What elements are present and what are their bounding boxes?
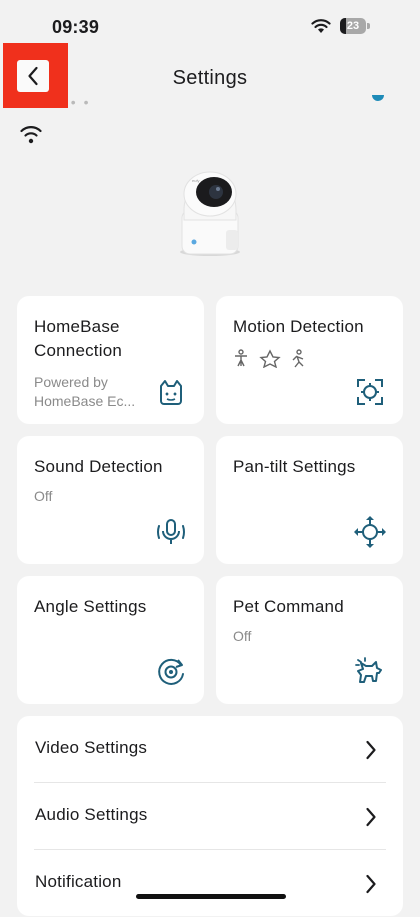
tile-pan-tilt-settings[interactable]: Pan-tilt Settings (216, 436, 403, 564)
motion-type-icons (235, 349, 304, 368)
svg-text:eufy: eufy (192, 178, 200, 183)
microphone-icon (157, 519, 185, 544)
motion-target-icon (357, 379, 383, 405)
pet-star-icon (259, 349, 281, 368)
battery-level: 23 (346, 20, 360, 32)
camera-device-image: eufy (180, 171, 240, 256)
tile-subtitle: Off (34, 488, 53, 504)
tile-title: Motion Detection (233, 317, 364, 336)
tile-angle-settings[interactable]: Angle Settings (17, 576, 204, 704)
tile-subtitle: Powered by HomeBase Ec... (34, 374, 136, 409)
battery-icon: 23 (340, 18, 370, 34)
chevron-right-icon (366, 874, 376, 894)
chevron-right-icon (366, 740, 376, 760)
home-indicator[interactable] (136, 894, 286, 899)
list-item-audio-settings[interactable]: Audio Settings (17, 783, 403, 850)
homebase-icon (160, 380, 182, 405)
pet-dog-icon (355, 657, 382, 683)
settings-list: Video Settings Audio Settings Notificati… (17, 716, 403, 916)
wifi-icon (311, 19, 331, 33)
list-item-label: Video Settings (35, 738, 148, 757)
angle-rotate-icon (158, 658, 184, 685)
tile-pet-command[interactable]: Pet Command Off (216, 576, 403, 704)
tile-subtitle: Off (233, 628, 252, 644)
human-icon (235, 349, 247, 367)
tile-title: Sound Detection (34, 457, 163, 476)
list-item-label: Audio Settings (35, 805, 148, 824)
tile-sound-detection[interactable]: Sound Detection Off (17, 436, 204, 564)
tile-title: Angle Settings (34, 597, 147, 616)
status-indicator-peek (372, 95, 384, 101)
status-time: 09:39 (52, 17, 100, 37)
tile-title: HomeBase Connection (34, 317, 123, 360)
tile-motion-detection[interactable]: Motion Detection (216, 296, 403, 424)
running-person-icon (292, 349, 304, 368)
tile-title: Pet Command (233, 597, 344, 616)
list-item-video-settings[interactable]: Video Settings (17, 716, 403, 783)
tile-title: Pan-tilt Settings (233, 457, 356, 476)
chevron-right-icon (366, 807, 376, 827)
tile-homebase-connection[interactable]: HomeBase Connection Powered by HomeBase … (17, 296, 204, 424)
list-item-label: Notification (35, 872, 122, 891)
device-wifi-icon (20, 126, 42, 144)
pan-tilt-arrows-icon (354, 516, 386, 548)
page-title: Settings (172, 67, 248, 89)
list-item-notification[interactable]: Notification (17, 850, 403, 917)
